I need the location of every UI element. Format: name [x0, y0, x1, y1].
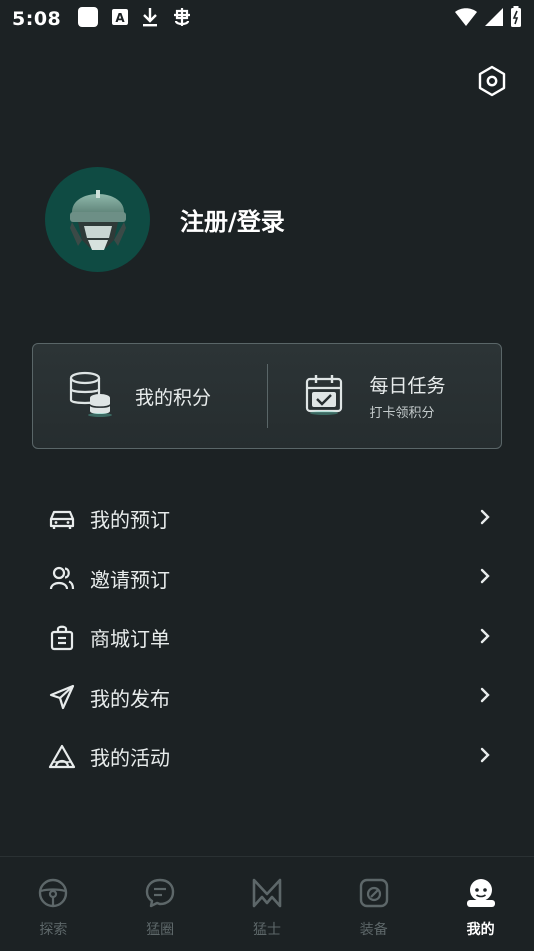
chevron-right-icon — [480, 509, 490, 529]
svg-text:A: A — [116, 11, 126, 25]
tab-mine[interactable]: 我的 — [427, 857, 534, 951]
send-icon — [48, 683, 76, 711]
menu-item-my-bookings[interactable]: 我的预订 — [0, 489, 534, 549]
helmet-avatar-icon — [58, 176, 138, 264]
wifi-icon — [454, 7, 478, 31]
menu-item-label: 我的预订 — [90, 508, 170, 533]
menu-item-my-posts[interactable]: 我的发布 — [0, 668, 534, 728]
daily-tasks-button[interactable]: 每日任务 打卡领积分 — [268, 344, 502, 448]
bug-icon — [171, 6, 193, 32]
app-notification-icon — [77, 6, 99, 32]
car-icon — [48, 505, 76, 533]
menu-item-invite-bookings[interactable]: 邀请预订 — [0, 549, 534, 609]
tent-icon — [48, 743, 76, 771]
tab-label: 装备 — [359, 922, 388, 938]
menu-item-label: 商城订单 — [90, 627, 170, 652]
user-face-icon — [465, 877, 497, 913]
status-time: 5:08 — [12, 8, 62, 30]
avatar[interactable] — [45, 167, 150, 272]
points-tasks-card: 我的积分 每日任务 打卡领积分 — [32, 343, 502, 449]
login-register-link[interactable]: 注册/登录 — [180, 202, 285, 237]
battery-icon — [510, 6, 522, 32]
steering-wheel-icon — [37, 877, 69, 913]
database-coins-icon — [69, 371, 113, 421]
menu-item-label: 邀请预订 — [90, 567, 170, 592]
daily-tasks-texts: 每日任务 打卡领积分 — [370, 371, 446, 421]
menu-item-my-activities[interactable]: 我的活动 — [0, 727, 534, 787]
chevron-right-icon — [480, 568, 490, 588]
tab-label: 猛圈 — [146, 922, 175, 938]
bottom-tab-bar: 探索 猛圈 猛士 装备 我的 — [0, 856, 534, 951]
tab-explore[interactable]: 探索 — [0, 857, 107, 951]
status-bar: 5:08 A — [0, 0, 534, 38]
status-system-icons — [454, 6, 522, 32]
equipment-icon — [358, 877, 390, 913]
menu-list: 我的预订 邀请预订 商城订单 我的发布 我的活动 — [0, 489, 534, 787]
tab-mengshi[interactable]: 猛士 — [214, 857, 321, 951]
chat-bubble-icon — [144, 877, 176, 913]
my-points-button[interactable]: 我的积分 — [33, 344, 267, 448]
settings-button[interactable] — [476, 65, 508, 101]
m-logo-icon — [251, 877, 283, 913]
tab-equipment[interactable]: 装备 — [320, 857, 427, 951]
menu-item-shop-orders[interactable]: 商城订单 — [0, 608, 534, 668]
chevron-right-icon — [480, 747, 490, 767]
chevron-right-icon — [480, 628, 490, 648]
text-notification-icon: A — [111, 8, 129, 30]
daily-tasks-subtitle: 打卡领积分 — [369, 406, 435, 421]
tab-label: 探索 — [39, 922, 68, 938]
my-points-label: 我的积分 — [135, 386, 212, 409]
status-notification-icons: A — [77, 6, 193, 32]
chevron-right-icon — [480, 687, 490, 707]
tab-label: 我的 — [466, 922, 495, 938]
menu-item-label: 我的发布 — [90, 686, 170, 711]
tab-circle[interactable]: 猛圈 — [107, 857, 214, 951]
shopping-bag-icon — [48, 624, 76, 652]
signal-icon — [484, 7, 504, 31]
users-icon — [48, 564, 76, 592]
calendar-check-icon — [304, 373, 344, 419]
tab-label: 猛士 — [252, 922, 281, 938]
settings-hexagon-icon — [477, 65, 507, 101]
daily-tasks-title: 每日任务 — [369, 375, 446, 397]
download-icon — [141, 7, 159, 31]
menu-item-label: 我的活动 — [90, 746, 170, 771]
